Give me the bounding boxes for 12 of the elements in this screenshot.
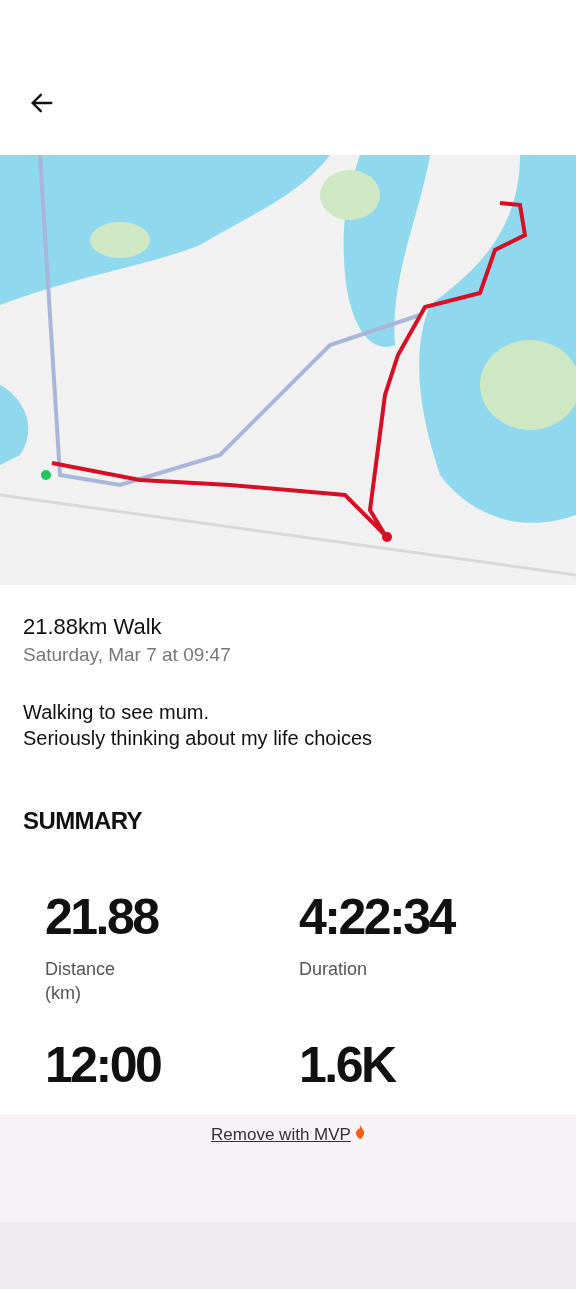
remove-with-mvp-link[interactable]: Remove with MVP — [211, 1122, 351, 1148]
stat-value: 4:22:34 — [299, 889, 456, 945]
flame-icon — [354, 1125, 365, 1139]
stat-value: 1.6K — [299, 1037, 397, 1093]
activity-title: 21.88km Walk — [23, 613, 163, 641]
stat-value: 12:00 — [45, 1037, 162, 1093]
stat-value: 21.88 — [45, 889, 160, 945]
stat-label: Duration — [299, 958, 369, 981]
stat-label: Distance (km) — [45, 958, 117, 1005]
activity-datetime: Saturday, Mar 7 at 09:47 — [23, 643, 232, 667]
summary-heading: SUMMARY — [23, 806, 143, 836]
activity-description: Walking to see mum. Seriously thinking about my life choices — [23, 700, 374, 751]
